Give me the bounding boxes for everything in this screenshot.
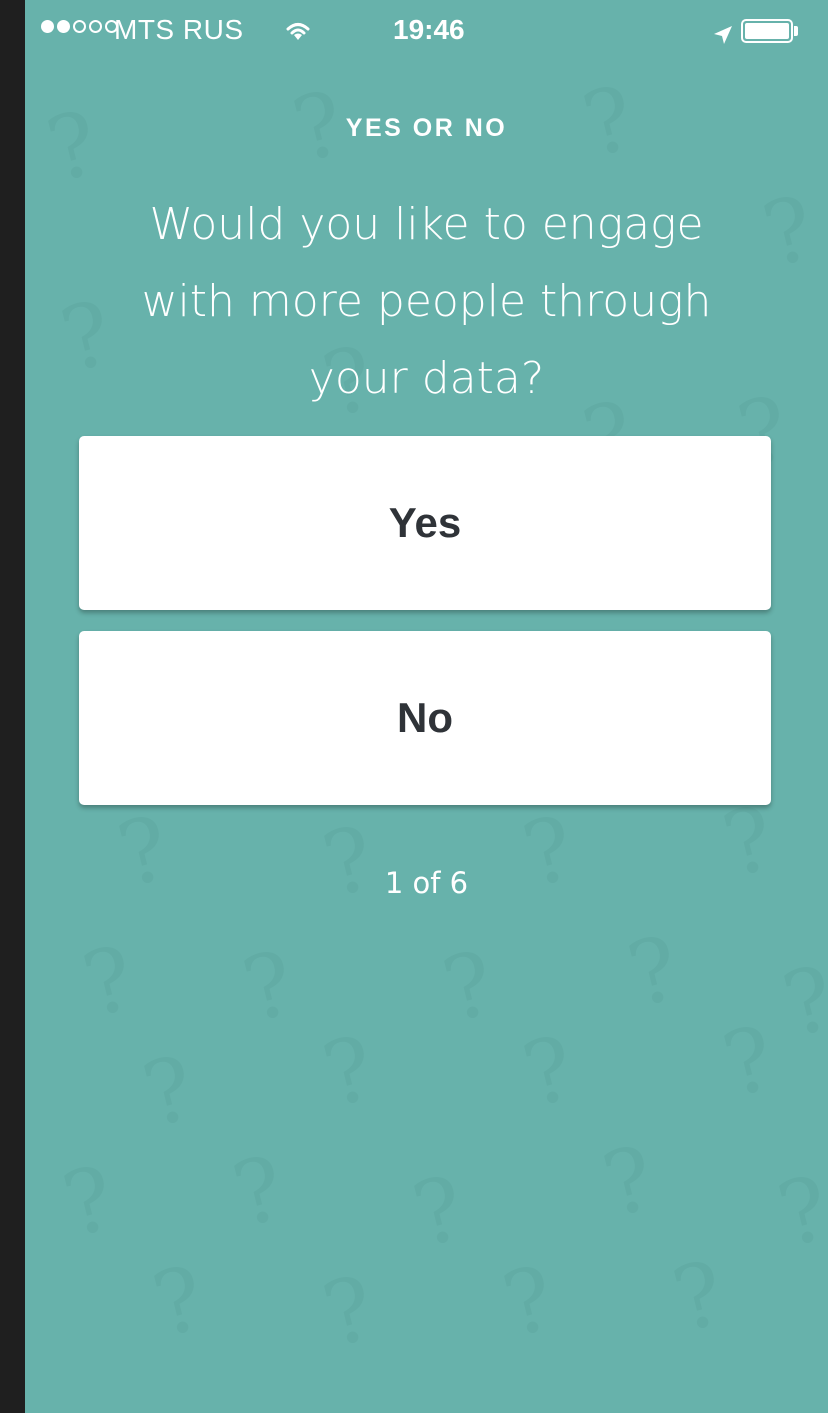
clock: 19:46: [393, 14, 465, 45]
question-text: Would you like to engage with more peopl…: [105, 186, 748, 417]
battery-icon: [741, 19, 793, 43]
location-arrow-icon: [713, 20, 733, 52]
no-button[interactable]: No: [79, 631, 771, 805]
carrier-name: MTS RUS: [114, 14, 244, 45]
yes-button[interactable]: Yes: [79, 436, 771, 610]
question-line: Would you like to engage: [149, 199, 704, 250]
question-line: your data?: [308, 353, 545, 404]
progress-indicator: 1 of 6: [384, 866, 469, 900]
question-line: with more people through: [141, 276, 712, 327]
section-label: YES OR NO: [345, 114, 508, 142]
app-screen: ? ? ? ? ? ? ? ? ? ? ? ? ? ? ? ? ? ? ? ? …: [25, 0, 828, 1413]
wifi-icon: [283, 17, 313, 49]
battery-tip: [794, 26, 798, 36]
signal-dots-icon: [41, 20, 118, 33]
status-bar: MTS RUS 19:46: [25, 0, 828, 64]
